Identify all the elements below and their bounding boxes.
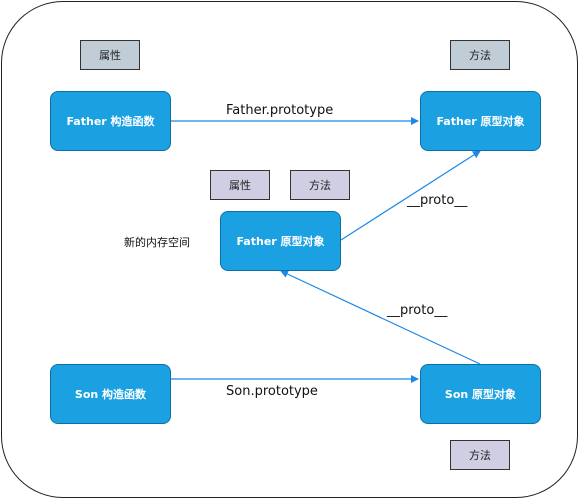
top-property-tag: 属性 bbox=[80, 40, 140, 70]
label-proto-lower: __proto__ bbox=[387, 303, 448, 318]
label-proto-upper: __proto__ bbox=[407, 193, 468, 208]
father-prototype-mid-node: Father 原型对象 bbox=[220, 211, 341, 271]
mid-property-tag: 属性 bbox=[210, 170, 270, 200]
mid-method-tag: 方法 bbox=[290, 170, 350, 200]
bottom-method-tag: 方法 bbox=[450, 440, 510, 470]
label-father-prototype: Father.prototype bbox=[226, 103, 334, 118]
son-constructor-node: Son 构造函数 bbox=[50, 364, 171, 424]
label-son-prototype: Son.prototype bbox=[226, 384, 318, 399]
edge-proto-son-to-mid bbox=[280, 270, 481, 365]
top-method-tag: 方法 bbox=[450, 40, 510, 70]
father-constructor-node: Father 构造函数 bbox=[50, 91, 171, 151]
father-prototype-top-node: Father 原型对象 bbox=[420, 91, 541, 151]
son-prototype-node: Son 原型对象 bbox=[420, 364, 541, 424]
diagram-canvas: 属性 方法 Father 构造函数 Father 原型对象 Father.pro… bbox=[0, 0, 581, 501]
new-memory-annotation: 新的内存空间 bbox=[124, 236, 190, 249]
